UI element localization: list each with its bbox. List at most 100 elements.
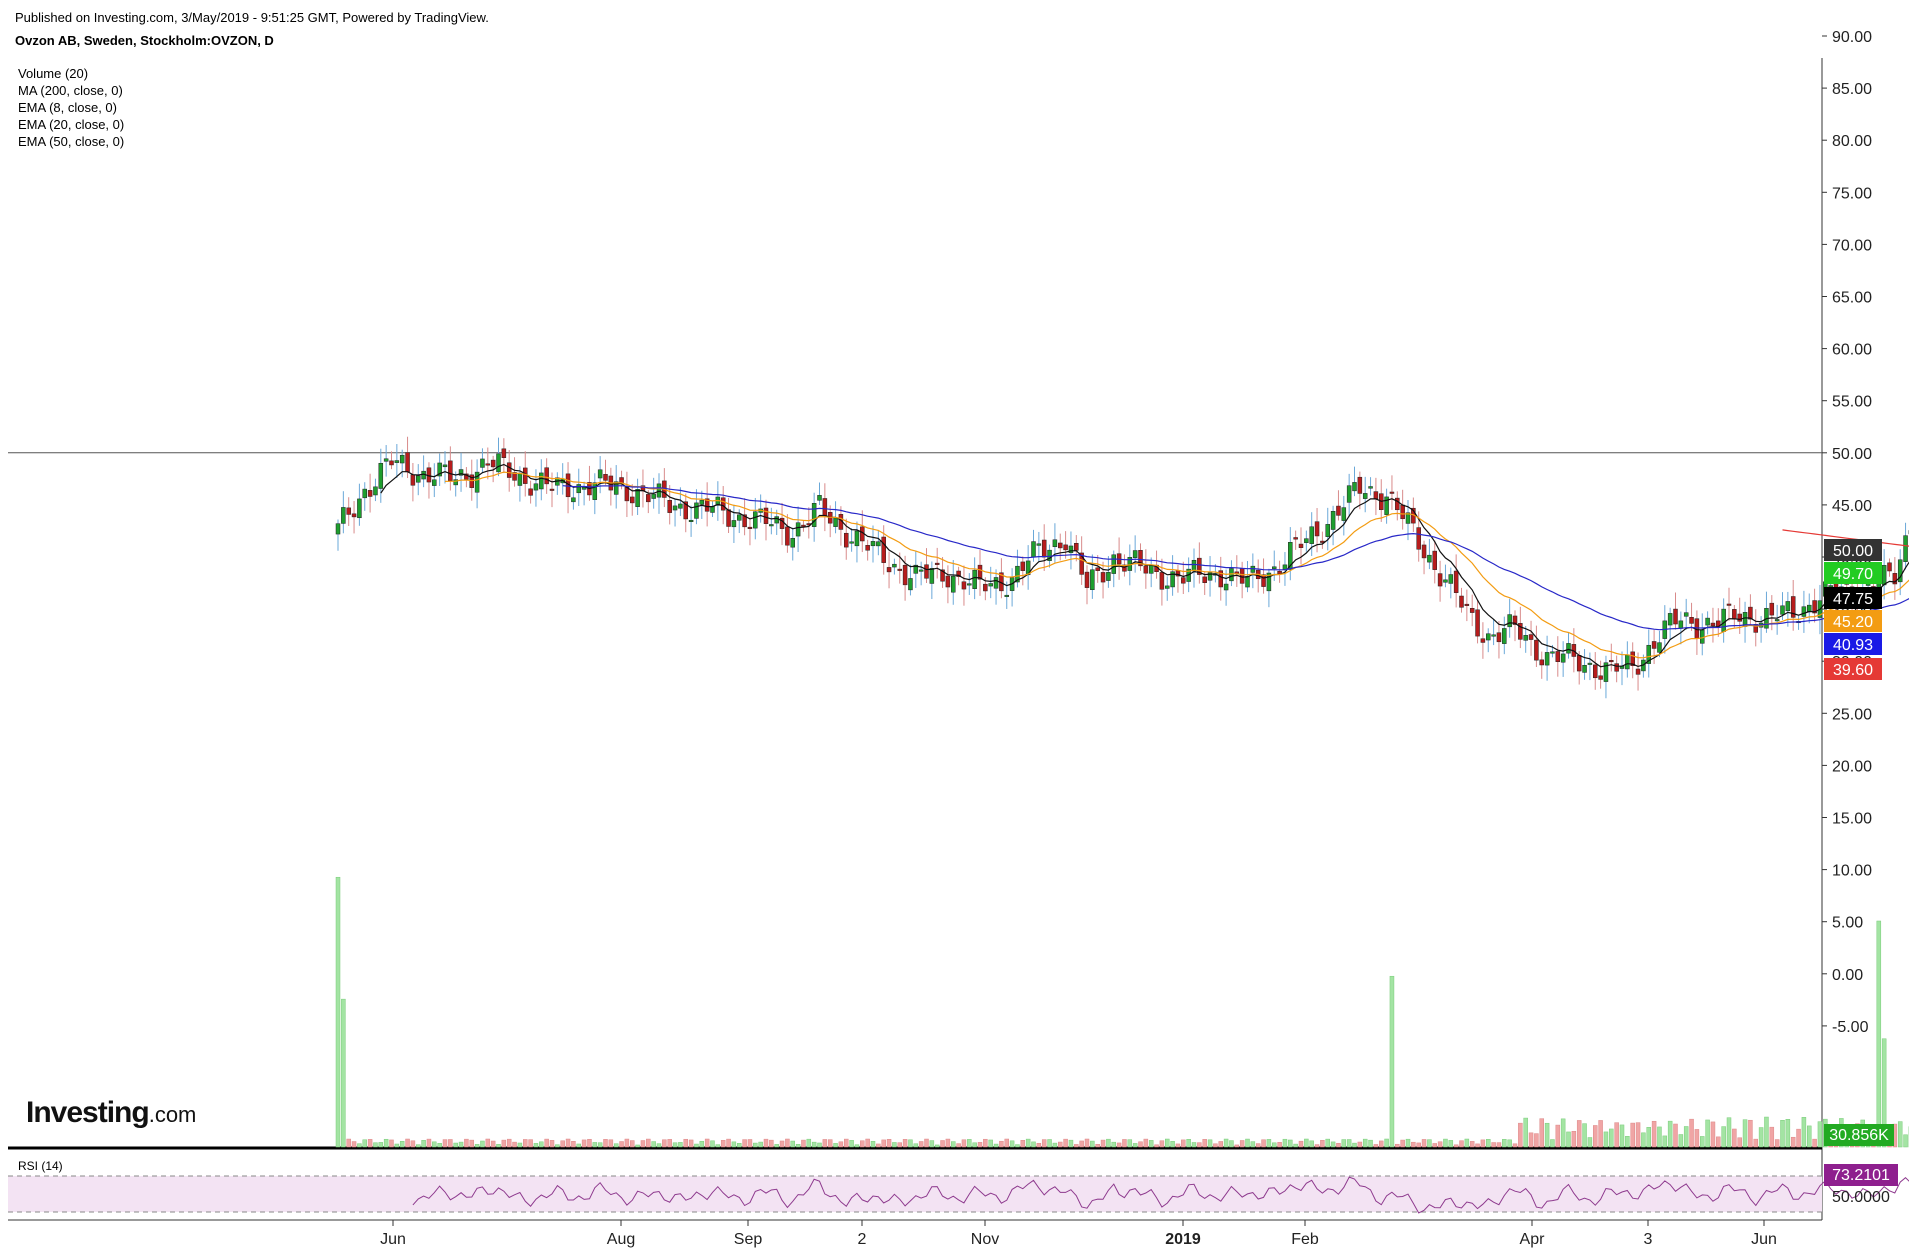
- candle-body: [496, 453, 501, 473]
- volume-bar: [1084, 1138, 1090, 1148]
- volume-bar: [1186, 1139, 1191, 1148]
- rsi-band: [8, 1176, 1822, 1212]
- x-tick-label: Jun: [380, 1231, 406, 1248]
- candle-body: [688, 519, 694, 522]
- y-tick-label: 50.00: [1832, 446, 1872, 463]
- ema50-line: [562, 485, 1909, 631]
- candle-body: [646, 494, 651, 503]
- volume-bar: [1047, 1139, 1052, 1148]
- volume-bar: [1507, 1139, 1512, 1148]
- volume-bar: [1058, 1141, 1063, 1148]
- volume-bar: [1593, 1125, 1598, 1148]
- volume-bar: [967, 1139, 972, 1148]
- volume-bar: [1496, 1142, 1502, 1148]
- volume-bar: [656, 1143, 662, 1148]
- candle-body: [1534, 639, 1539, 661]
- candle-body: [501, 448, 507, 458]
- candle-body: [1625, 654, 1630, 670]
- candle-body: [416, 475, 421, 483]
- candle-body: [1448, 574, 1454, 584]
- volume-bar: [533, 1143, 539, 1148]
- volume-bar: [1469, 1141, 1475, 1148]
- y-tick-label: 70.00: [1832, 237, 1872, 254]
- candle-body: [1614, 663, 1619, 672]
- candle-body: [1496, 632, 1502, 643]
- volume-bar: [1175, 1143, 1181, 1148]
- candle-body: [432, 479, 437, 486]
- volume-bar: [918, 1141, 924, 1148]
- x-tick-label: Sep: [734, 1231, 763, 1248]
- volume-bar: [335, 876, 341, 1148]
- y-tick-label: 45.00: [1832, 498, 1872, 515]
- candle-body: [1673, 608, 1678, 625]
- volume-bar: [1710, 1121, 1716, 1148]
- volume-bar: [924, 1138, 929, 1148]
- volume-bar: [528, 1139, 533, 1148]
- candle-body: [993, 577, 999, 589]
- volume-bar: [1148, 1140, 1154, 1148]
- candle-body: [1341, 507, 1347, 521]
- volume-bar: [806, 1138, 812, 1148]
- volume-bar: [897, 1142, 902, 1148]
- volume-bar: [1523, 1117, 1528, 1148]
- rsi-value-label: 73.2101: [1832, 1167, 1890, 1184]
- volume-bar: [1255, 1143, 1261, 1148]
- volume-bar: [1330, 1141, 1336, 1148]
- candle-body: [1245, 576, 1250, 588]
- candle-body: [1031, 541, 1036, 558]
- price-label: 40.93: [1833, 637, 1873, 654]
- candle-body: [1732, 609, 1737, 620]
- candle-body: [1700, 629, 1705, 644]
- candle-body: [1678, 620, 1684, 629]
- candle-body: [865, 545, 870, 551]
- y-tick-label: 55.00: [1832, 394, 1872, 411]
- candle-body: [1667, 613, 1673, 626]
- volume-bar: [827, 1139, 833, 1148]
- volume-bar: [1801, 1117, 1807, 1148]
- published-note: Published on Investing.com, 3/May/2019 -…: [15, 10, 489, 25]
- volume-bar: [1416, 1142, 1421, 1148]
- candle-body: [1309, 526, 1314, 544]
- candle-body: [389, 460, 394, 466]
- candle-body: [1491, 634, 1496, 637]
- volume-bar: [635, 1144, 640, 1148]
- candle-body: [1362, 493, 1368, 499]
- volume-bar: [1325, 1138, 1330, 1148]
- candle-body: [983, 583, 988, 592]
- volume-bar: [1143, 1138, 1149, 1148]
- volume-bar: [758, 1141, 763, 1148]
- volume-bar: [603, 1139, 608, 1148]
- volume-bar: [865, 1138, 870, 1148]
- volume-bar: [838, 1141, 844, 1148]
- candle-body: [1063, 544, 1068, 551]
- volume-bar: [672, 1142, 678, 1148]
- candle-body: [405, 452, 410, 473]
- candle-body: [753, 511, 758, 529]
- volume-bar: [881, 1139, 886, 1148]
- indicator-ema8: EMA (8, close, 0): [18, 100, 117, 115]
- y-tick-label: 20.00: [1832, 758, 1872, 775]
- volume-bar: [378, 1142, 384, 1148]
- volume-bar: [774, 1144, 779, 1148]
- candle-body: [1721, 608, 1726, 632]
- candle-body: [1191, 559, 1197, 572]
- volume-bar: [1025, 1138, 1031, 1148]
- volume-bar: [667, 1139, 672, 1148]
- volume-bar: [351, 1141, 357, 1148]
- volume-bar: [1191, 1142, 1197, 1148]
- candle-body: [490, 459, 496, 468]
- candle-body: [597, 469, 603, 479]
- indicator-volume: Volume (20): [18, 66, 89, 81]
- volume-bar: [608, 1139, 614, 1148]
- volume-bar: [1223, 1138, 1229, 1148]
- candle-body: [1453, 570, 1459, 593]
- candle-body: [1560, 653, 1566, 663]
- rsi-tick-label: 50.0000: [1832, 1189, 1890, 1206]
- volume-bar: [1357, 1141, 1363, 1148]
- candle-body: [351, 513, 357, 518]
- volume-bar: [458, 1141, 464, 1148]
- volume-bar: [1742, 1119, 1748, 1148]
- volume-bar: [1651, 1120, 1657, 1148]
- volume-bar: [1266, 1139, 1272, 1148]
- volume-bar: [1807, 1125, 1812, 1148]
